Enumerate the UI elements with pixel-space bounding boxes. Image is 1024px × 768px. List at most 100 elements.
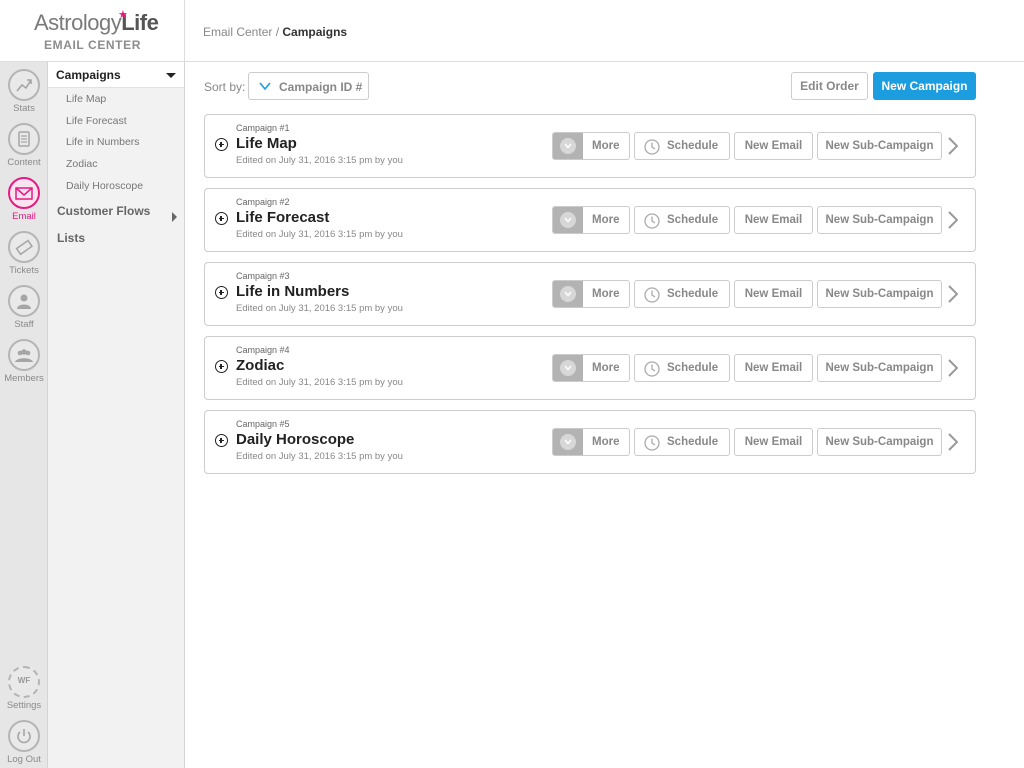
new-email-button[interactable]: New Email — [734, 428, 813, 456]
secondary-nav: Campaigns Life Map Life Forecast Life in… — [48, 62, 185, 768]
campaign-card[interactable]: Campaign #2 Life Forecast Edited on July… — [204, 188, 976, 252]
more-dropdown-toggle[interactable] — [553, 133, 583, 159]
trend-icon — [8, 69, 40, 101]
expand-plus-icon[interactable] — [215, 286, 228, 299]
new-email-button[interactable]: New Email — [734, 354, 813, 382]
campaign-edited: Edited on July 31, 2016 3:15 pm by you — [236, 303, 403, 314]
campaign-title[interactable]: Life Map — [236, 135, 297, 152]
campaign-card[interactable]: Campaign #1 Life Map Edited on July 31, … — [204, 114, 976, 178]
brand-logo[interactable]: AstrologyLife ★ EMAIL CENTER — [0, 0, 185, 62]
rail-label: Content — [7, 157, 41, 168]
campaign-title[interactable]: Zodiac — [236, 357, 284, 374]
more-button[interactable]: More — [552, 428, 630, 456]
caret-right-icon — [172, 212, 177, 222]
app-subtitle: EMAIL CENTER — [44, 38, 141, 52]
rail-item-staff[interactable]: Staff — [0, 285, 48, 330]
sort-label: Sort by: — [204, 80, 246, 94]
top-bar: Email Center / Campaigns — [185, 0, 1024, 62]
campaign-edited: Edited on July 31, 2016 3:15 pm by you — [236, 377, 403, 388]
campaign-title[interactable]: Daily Horoscope — [236, 431, 354, 448]
more-dropdown-toggle[interactable] — [553, 429, 583, 455]
subnav-campaigns-label: Campaigns — [56, 68, 121, 82]
edit-order-button[interactable]: Edit Order — [791, 72, 868, 100]
expand-plus-icon[interactable] — [215, 434, 228, 447]
campaign-edited: Edited on July 31, 2016 3:15 pm by you — [236, 229, 403, 240]
new-sub-campaign-button[interactable]: New Sub-Campaign — [817, 280, 942, 308]
more-label: More — [592, 436, 620, 448]
campaign-card[interactable]: Campaign #5 Daily Horoscope Edited on Ju… — [204, 410, 976, 474]
person-icon — [8, 285, 40, 317]
subnav-item[interactable]: Life in Numbers — [66, 136, 140, 148]
rail-item-logout[interactable]: Log Out — [0, 720, 48, 765]
campaign-number: Campaign #2 — [236, 197, 290, 207]
subnav-item[interactable]: Zodiac — [66, 158, 98, 170]
more-button[interactable]: More — [552, 354, 630, 382]
gear-icon: WF — [8, 666, 40, 698]
subnav-customer-flows[interactable]: Customer Flows — [57, 204, 185, 222]
chevron-right-icon[interactable] — [948, 359, 958, 377]
logo-wordmark: AstrologyLife — [34, 10, 159, 35]
rail-item-members[interactable]: Members — [0, 339, 48, 384]
new-sub-campaign-button[interactable]: New Sub-Campaign — [817, 132, 942, 160]
campaign-title[interactable]: Life in Numbers — [236, 283, 349, 300]
chevron-right-icon[interactable] — [948, 433, 958, 451]
chevron-right-icon[interactable] — [948, 137, 958, 155]
sort-value: Campaign ID # — [279, 80, 363, 94]
subnav-campaigns-header[interactable]: Campaigns — [48, 62, 184, 88]
clock-icon — [644, 435, 660, 451]
new-email-button[interactable]: New Email — [734, 280, 813, 308]
group-icon — [8, 339, 40, 371]
rail-item-tickets[interactable]: Tickets — [0, 231, 48, 276]
schedule-button[interactable]: Schedule — [634, 280, 730, 308]
rail-item-content[interactable]: Content — [0, 123, 48, 168]
chevron-right-icon[interactable] — [948, 211, 958, 229]
new-campaign-button[interactable]: New Campaign — [873, 72, 976, 100]
schedule-label: Schedule — [667, 436, 719, 448]
subnav-lists-label: Lists — [57, 231, 86, 245]
more-button[interactable]: More — [552, 132, 630, 160]
subnav-item[interactable]: Daily Horoscope — [66, 180, 143, 192]
subnav-item[interactable]: Life Forecast — [66, 115, 127, 127]
sort-dropdown[interactable]: Campaign ID # — [248, 72, 369, 100]
new-sub-campaign-button[interactable]: New Sub-Campaign — [817, 428, 942, 456]
expand-plus-icon[interactable] — [215, 360, 228, 373]
expand-plus-icon[interactable] — [215, 138, 228, 151]
campaign-card[interactable]: Campaign #3 Life in Numbers Edited on Ju… — [204, 262, 976, 326]
more-dropdown-toggle[interactable] — [553, 281, 583, 307]
new-email-button[interactable]: New Email — [734, 132, 813, 160]
expand-plus-icon[interactable] — [215, 212, 228, 225]
clock-icon — [644, 213, 660, 229]
subnav-lists[interactable]: Lists — [57, 231, 185, 245]
icon-rail: Stats Content Email Tickets Staff Member… — [0, 62, 48, 768]
more-button[interactable]: More — [552, 280, 630, 308]
schedule-label: Schedule — [667, 362, 719, 374]
chevron-down-icon — [259, 82, 271, 91]
rail-label: Settings — [6, 700, 42, 711]
rail-item-email[interactable]: Email — [0, 177, 48, 222]
more-label: More — [592, 362, 620, 374]
chevron-right-icon[interactable] — [948, 285, 958, 303]
more-dropdown-toggle[interactable] — [553, 355, 583, 381]
breadcrumb-root[interactable]: Email Center — [203, 25, 272, 39]
schedule-button[interactable]: Schedule — [634, 206, 730, 234]
new-sub-campaign-button[interactable]: New Sub-Campaign — [817, 354, 942, 382]
subnav-item[interactable]: Life Map — [66, 93, 106, 105]
schedule-label: Schedule — [667, 140, 719, 152]
schedule-label: Schedule — [667, 214, 719, 226]
campaign-title[interactable]: Life Forecast — [236, 209, 329, 226]
schedule-button[interactable]: Schedule — [634, 354, 730, 382]
schedule-button[interactable]: Schedule — [634, 428, 730, 456]
campaign-card[interactable]: Campaign #4 Zodiac Edited on July 31, 20… — [204, 336, 976, 400]
clock-icon — [644, 287, 660, 303]
breadcrumb-current: Campaigns — [282, 25, 348, 39]
schedule-button[interactable]: Schedule — [634, 132, 730, 160]
rail-item-settings[interactable]: WF Settings — [0, 666, 48, 711]
campaign-edited: Edited on July 31, 2016 3:15 pm by you — [236, 451, 403, 462]
new-sub-campaign-button[interactable]: New Sub-Campaign — [817, 206, 942, 234]
new-email-button[interactable]: New Email — [734, 206, 813, 234]
campaign-edited: Edited on July 31, 2016 3:15 pm by you — [236, 155, 403, 166]
more-dropdown-toggle[interactable] — [553, 207, 583, 233]
more-button[interactable]: More — [552, 206, 630, 234]
rail-item-stats[interactable]: Stats — [0, 69, 48, 114]
caret-down-icon — [166, 73, 176, 78]
